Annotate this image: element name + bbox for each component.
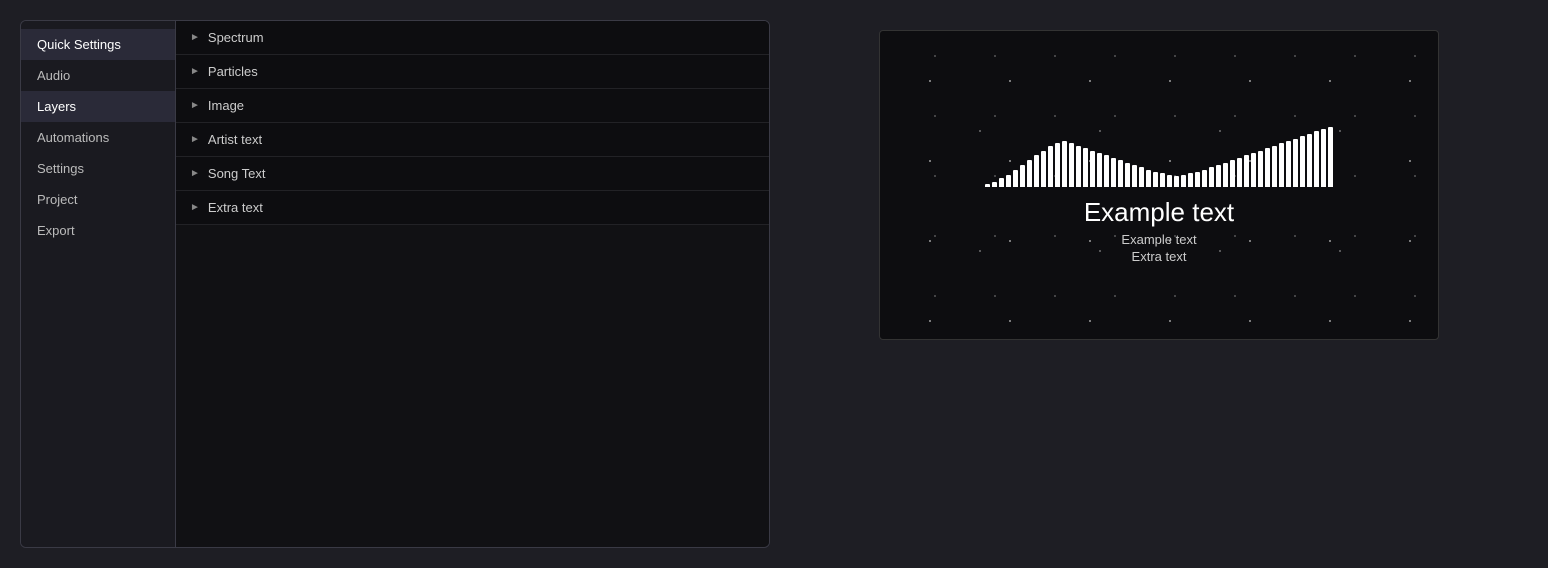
sidebar-label-automations: Automations bbox=[37, 130, 109, 145]
sidebar-label-settings: Settings bbox=[37, 161, 84, 176]
layer-label-particles: Particles bbox=[208, 64, 258, 79]
expand-arrow-artist-text: ► bbox=[190, 134, 200, 145]
preview-extra-text: Extra text bbox=[1132, 249, 1187, 264]
main-container: Quick Settings Audio Layers Automations … bbox=[0, 0, 1548, 568]
layer-item-artist-text[interactable]: ► Artist text bbox=[176, 123, 769, 157]
sidebar-label-export: Export bbox=[37, 223, 75, 238]
layer-item-song-text[interactable]: ► Song Text bbox=[176, 157, 769, 191]
preview-main-text: Example text bbox=[1084, 197, 1234, 228]
right-panel: Example text Example text Extra text bbox=[790, 20, 1528, 350]
spectrum-visualization bbox=[985, 107, 1333, 187]
layer-label-spectrum: Spectrum bbox=[208, 30, 264, 45]
sidebar-item-project[interactable]: Project bbox=[21, 184, 175, 215]
expand-arrow-song-text: ► bbox=[190, 168, 200, 179]
sidebar-item-export[interactable]: Export bbox=[21, 215, 175, 246]
sidebar: Quick Settings Audio Layers Automations … bbox=[21, 21, 176, 547]
sidebar-label-layers: Layers bbox=[37, 99, 76, 114]
sidebar-label-project: Project bbox=[37, 192, 77, 207]
layer-item-particles[interactable]: ► Particles bbox=[176, 55, 769, 89]
sidebar-label-quick-settings: Quick Settings bbox=[37, 37, 121, 52]
expand-arrow-extra-text: ► bbox=[190, 202, 200, 213]
expand-arrow-image: ► bbox=[190, 100, 200, 111]
expand-arrow-particles: ► bbox=[190, 66, 200, 77]
content-area: ► Spectrum ► Particles ► Image ► Artist … bbox=[176, 21, 769, 547]
sidebar-item-quick-settings[interactable]: Quick Settings bbox=[21, 29, 175, 60]
sidebar-label-audio: Audio bbox=[37, 68, 70, 83]
sidebar-item-automations[interactable]: Automations bbox=[21, 122, 175, 153]
layer-item-extra-text[interactable]: ► Extra text bbox=[176, 191, 769, 225]
layer-item-image[interactable]: ► Image bbox=[176, 89, 769, 123]
sidebar-item-layers[interactable]: Layers bbox=[21, 91, 175, 122]
sidebar-item-audio[interactable]: Audio bbox=[21, 60, 175, 91]
layer-label-artist-text: Artist text bbox=[208, 132, 262, 147]
layer-item-spectrum[interactable]: ► Spectrum bbox=[176, 21, 769, 55]
layer-label-song-text: Song Text bbox=[208, 166, 266, 181]
expand-arrow-spectrum: ► bbox=[190, 32, 200, 43]
preview-sub-text: Example text bbox=[1121, 232, 1196, 247]
sidebar-item-settings[interactable]: Settings bbox=[21, 153, 175, 184]
layer-label-image: Image bbox=[208, 98, 244, 113]
preview-box: Example text Example text Extra text bbox=[879, 30, 1439, 340]
left-panel: Quick Settings Audio Layers Automations … bbox=[20, 20, 770, 548]
layer-label-extra-text: Extra text bbox=[208, 200, 263, 215]
layer-list: ► Spectrum ► Particles ► Image ► Artist … bbox=[176, 21, 769, 225]
